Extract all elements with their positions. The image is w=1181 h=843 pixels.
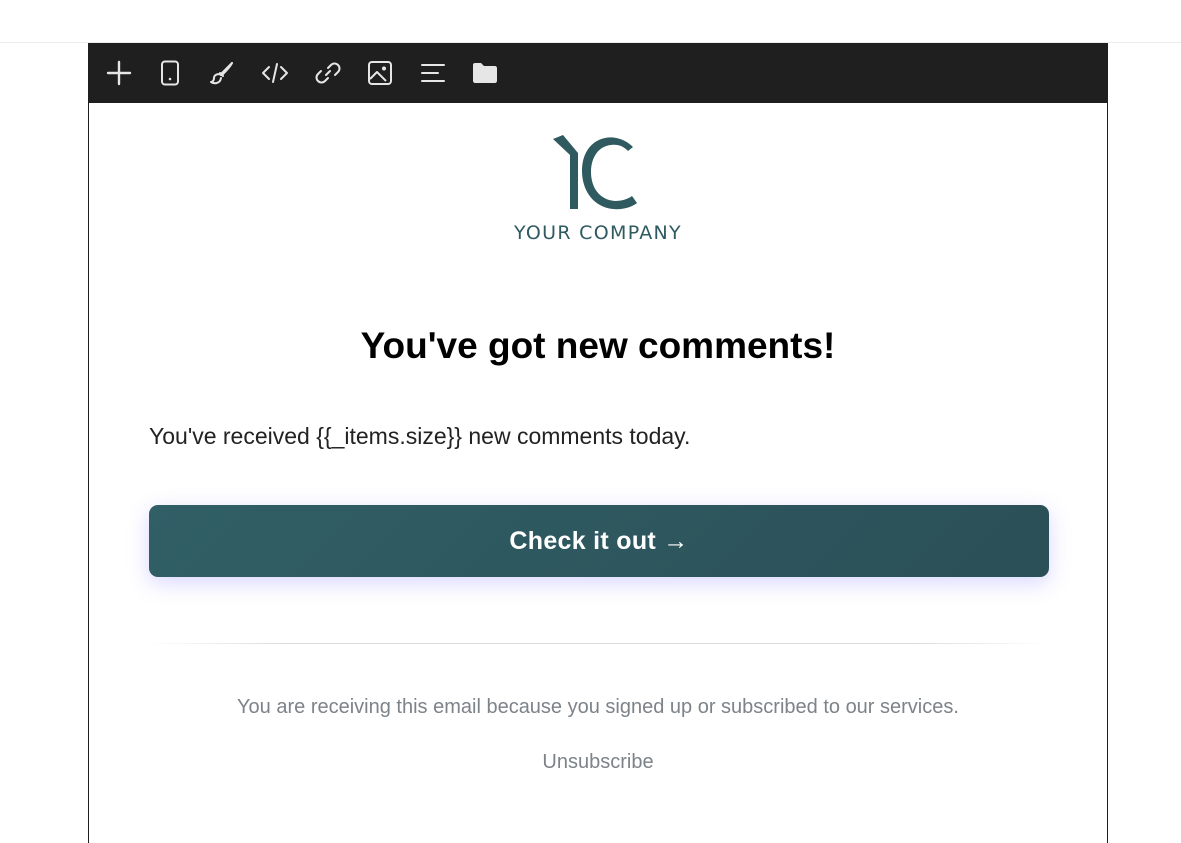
code-icon bbox=[262, 63, 288, 83]
company-logo: YOUR COMPANY bbox=[89, 135, 1107, 245]
footer-note: You are receiving this email because you… bbox=[237, 696, 959, 718]
plus-icon bbox=[106, 60, 132, 86]
link-icon bbox=[315, 62, 341, 84]
unsubscribe-link[interactable]: Unsubscribe bbox=[542, 751, 653, 773]
email-editor-canvas: YOUR COMPANY You've got new comments! Yo… bbox=[88, 43, 1108, 843]
align-button[interactable] bbox=[419, 59, 447, 87]
folder-icon bbox=[473, 63, 497, 83]
footer-divider bbox=[149, 643, 1049, 644]
unsubscribe-container: Unsubscribe bbox=[89, 751, 1107, 774]
code-view-button[interactable] bbox=[261, 59, 289, 87]
insert-image-button[interactable] bbox=[366, 59, 394, 87]
email-body-text: You've received {{_items.size}} new comm… bbox=[149, 423, 691, 449]
mobile-device-icon bbox=[161, 60, 179, 86]
image-icon bbox=[368, 61, 392, 85]
add-block-button[interactable] bbox=[105, 59, 133, 87]
email-headline: You've got new comments! bbox=[360, 325, 836, 366]
top-strip bbox=[0, 0, 1181, 43]
file-manager-button[interactable] bbox=[471, 59, 499, 87]
style-button[interactable] bbox=[208, 59, 236, 87]
company-name: YOUR COMPANY bbox=[514, 222, 682, 244]
company-monogram-logo bbox=[553, 135, 637, 210]
editor-toolbar bbox=[89, 43, 1107, 103]
align-left-icon bbox=[421, 64, 445, 82]
check-it-out-button[interactable]: Check it out → bbox=[149, 505, 1049, 577]
mobile-preview-button[interactable] bbox=[156, 59, 184, 87]
paintbrush-icon bbox=[210, 62, 233, 85]
insert-link-button[interactable] bbox=[314, 59, 342, 87]
